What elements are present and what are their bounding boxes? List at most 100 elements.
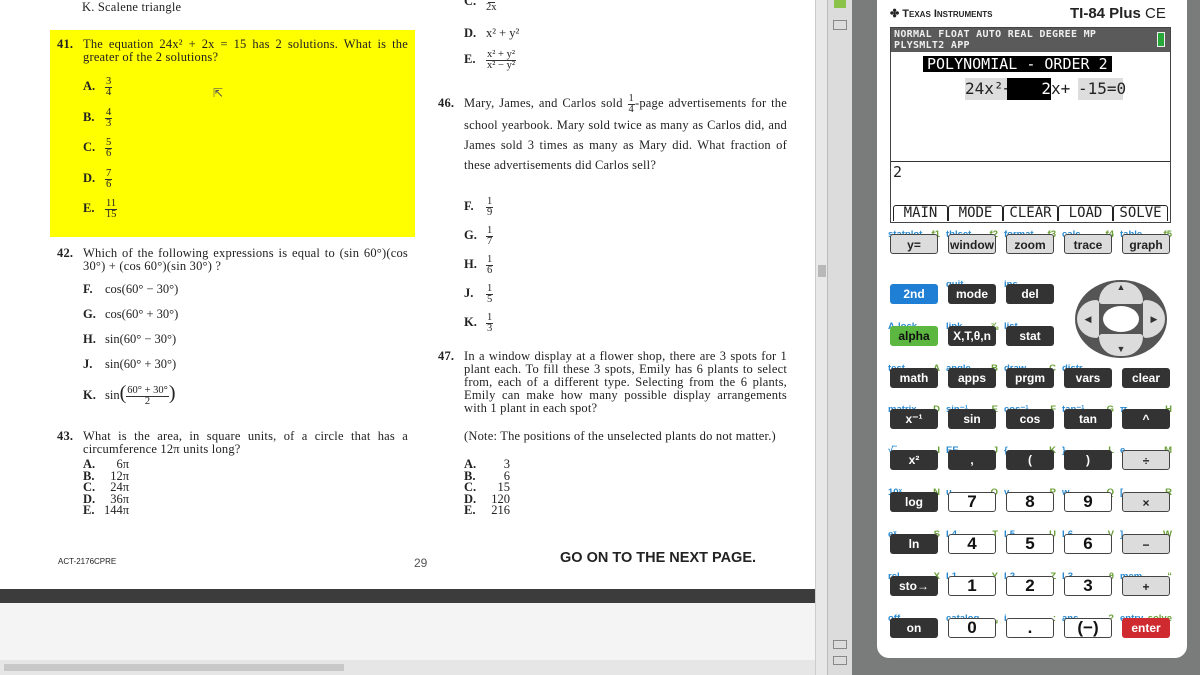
key-x⁻¹[interactable]: x⁻¹ bbox=[890, 409, 938, 429]
option-letter: H. bbox=[464, 257, 477, 272]
key-8[interactable]: 8 bbox=[1006, 492, 1054, 512]
key-3[interactable]: 3 bbox=[1064, 576, 1112, 596]
dpad-center bbox=[1103, 306, 1139, 332]
option-letter: B. bbox=[83, 109, 95, 124]
key-apps[interactable]: apps bbox=[948, 368, 996, 388]
key-)[interactable]: ) bbox=[1064, 450, 1112, 470]
key-sto→[interactable]: sto→ bbox=[890, 576, 938, 596]
answer-option[interactable]: J. 1 5 bbox=[464, 283, 494, 305]
option-text: cos(60° − 30°) bbox=[105, 282, 179, 296]
key-tan[interactable]: tan bbox=[1064, 409, 1112, 429]
up-arrow-key[interactable]: ▲ bbox=[1099, 282, 1143, 304]
key-9[interactable]: 9 bbox=[1064, 492, 1112, 512]
key-×[interactable]: × bbox=[1122, 492, 1170, 512]
answer-option[interactable]: E. 144π bbox=[83, 504, 129, 517]
horizontal-scrollbar[interactable] bbox=[0, 660, 815, 675]
key-(−)[interactable]: (−) bbox=[1064, 618, 1112, 638]
menu-load[interactable]: LOAD bbox=[1058, 205, 1113, 221]
key-ln[interactable]: ln bbox=[890, 534, 938, 554]
key-4[interactable]: 4 bbox=[948, 534, 996, 554]
answer-option[interactable]: J. sin(60° + 30°) bbox=[83, 357, 176, 372]
vertical-scroll-thumb[interactable] bbox=[818, 265, 826, 277]
key-on[interactable]: on bbox=[890, 618, 938, 638]
key-vars[interactable]: vars bbox=[1064, 368, 1112, 388]
fraction: 34 bbox=[105, 76, 113, 98]
fraction: 17 bbox=[486, 225, 494, 247]
key-prgm[interactable]: prgm bbox=[1006, 368, 1054, 388]
key-x²[interactable]: x² bbox=[890, 450, 938, 470]
menu-mode[interactable]: MODE bbox=[948, 205, 1003, 221]
test-code: ACT-2176CPRE bbox=[58, 557, 117, 566]
answer-option[interactable]: C. 5 6 bbox=[83, 137, 113, 159]
key-math[interactable]: math bbox=[890, 368, 938, 388]
key-window[interactable]: window bbox=[948, 234, 996, 254]
down-arrow-key[interactable]: ▼ bbox=[1099, 334, 1143, 356]
menu-main[interactable]: MAIN bbox=[893, 205, 948, 221]
key-−[interactable]: − bbox=[1122, 534, 1170, 554]
entry-line[interactable]: 2 bbox=[893, 163, 902, 181]
panel-icon[interactable] bbox=[834, 0, 846, 8]
answer-option[interactable]: A. 3 4 bbox=[83, 76, 113, 98]
key-clear[interactable]: clear bbox=[1122, 368, 1170, 388]
answer-option[interactable]: E. 216 bbox=[464, 504, 510, 517]
answer-option[interactable]: K. 1 3 bbox=[464, 312, 494, 334]
answer-option[interactable]: D. 7 6 bbox=[83, 168, 113, 190]
viewer-background bbox=[0, 603, 815, 660]
answer-option[interactable]: G. cos(60° + 30°) bbox=[83, 307, 178, 322]
key-zoom[interactable]: zoom bbox=[1006, 234, 1054, 254]
answer-option[interactable]: F. 1 9 bbox=[464, 196, 494, 218]
key-7[interactable]: 7 bbox=[948, 492, 996, 512]
key-sin[interactable]: sin bbox=[948, 409, 996, 429]
key-+[interactable]: + bbox=[1122, 576, 1170, 596]
answer-option[interactable]: H. sin(60° − 30°) bbox=[83, 332, 176, 347]
key-graph[interactable]: graph bbox=[1122, 234, 1170, 254]
key-2[interactable]: 2 bbox=[1006, 576, 1054, 596]
option-letter: D. bbox=[83, 170, 96, 185]
coef-c[interactable]: -15=0 bbox=[1078, 78, 1170, 100]
key-log[interactable]: log bbox=[890, 492, 938, 512]
key-enter[interactable]: enter bbox=[1122, 618, 1170, 638]
key-1[interactable]: 1 bbox=[948, 576, 996, 596]
left-arrow-key[interactable]: ◀ bbox=[1077, 300, 1099, 338]
key-^[interactable]: ^ bbox=[1122, 409, 1170, 429]
key-÷[interactable]: ÷ bbox=[1122, 450, 1170, 470]
answer-option[interactable]: F. cos(60° − 30°) bbox=[83, 282, 178, 297]
collapse-icon[interactable] bbox=[833, 656, 847, 665]
question-47-note: (Note: The positions of the unselected p… bbox=[464, 429, 776, 443]
key-0[interactable]: 0 bbox=[948, 618, 996, 638]
key-.[interactable]: . bbox=[1006, 618, 1054, 638]
answer-option[interactable]: H. 1 6 bbox=[464, 254, 494, 276]
coef-a[interactable]: 24x²+ bbox=[965, 78, 1013, 100]
key-,[interactable]: , bbox=[948, 450, 996, 470]
right-arrow-key[interactable]: ▶ bbox=[1143, 300, 1165, 338]
view-icon[interactable] bbox=[833, 640, 847, 649]
status-bar: NORMAL FLOAT AUTO REAL DEGREE MP PLYSMLT2… bbox=[891, 28, 1170, 52]
option-letter: G. bbox=[464, 228, 477, 243]
key-del[interactable]: del bbox=[1006, 284, 1054, 304]
window-icon[interactable] bbox=[833, 20, 847, 30]
key-alpha[interactable]: alpha bbox=[890, 326, 938, 346]
horizontal-scroll-thumb[interactable] bbox=[4, 664, 344, 671]
key-y=[interactable]: y= bbox=[890, 234, 938, 254]
fraction: 76 bbox=[105, 168, 113, 190]
menu-solve[interactable]: SOLVE bbox=[1113, 205, 1168, 221]
answer-option[interactable]: G. 1 7 bbox=[464, 225, 494, 247]
menu-clear[interactable]: CLEAR bbox=[1003, 205, 1058, 221]
key-5[interactable]: 5 bbox=[1006, 534, 1054, 554]
coef-b[interactable]: 2 bbox=[1007, 78, 1051, 100]
key-trace[interactable]: trace bbox=[1064, 234, 1112, 254]
key-cos[interactable]: cos bbox=[1006, 409, 1054, 429]
answer-option[interactable]: K. sin(60° + 30° 2) bbox=[83, 382, 176, 407]
mouse-cursor-icon: ⇱ bbox=[213, 86, 224, 100]
key-stat[interactable]: stat bbox=[1006, 326, 1054, 346]
entry-divider bbox=[891, 161, 1170, 162]
key-([interactable]: ( bbox=[1006, 450, 1054, 470]
answer-option[interactable]: B. 4 3 bbox=[83, 107, 113, 129]
fraction: 43 bbox=[105, 107, 113, 129]
key-X,T,θ,n[interactable]: X,T,θ,n bbox=[948, 326, 996, 346]
answer-option[interactable]: E. 11 15 bbox=[83, 198, 118, 220]
vertical-scrollbar[interactable] bbox=[815, 0, 827, 675]
key-2nd[interactable]: 2nd bbox=[890, 284, 938, 304]
key-6[interactable]: 6 bbox=[1064, 534, 1112, 554]
key-mode[interactable]: mode bbox=[948, 284, 996, 304]
